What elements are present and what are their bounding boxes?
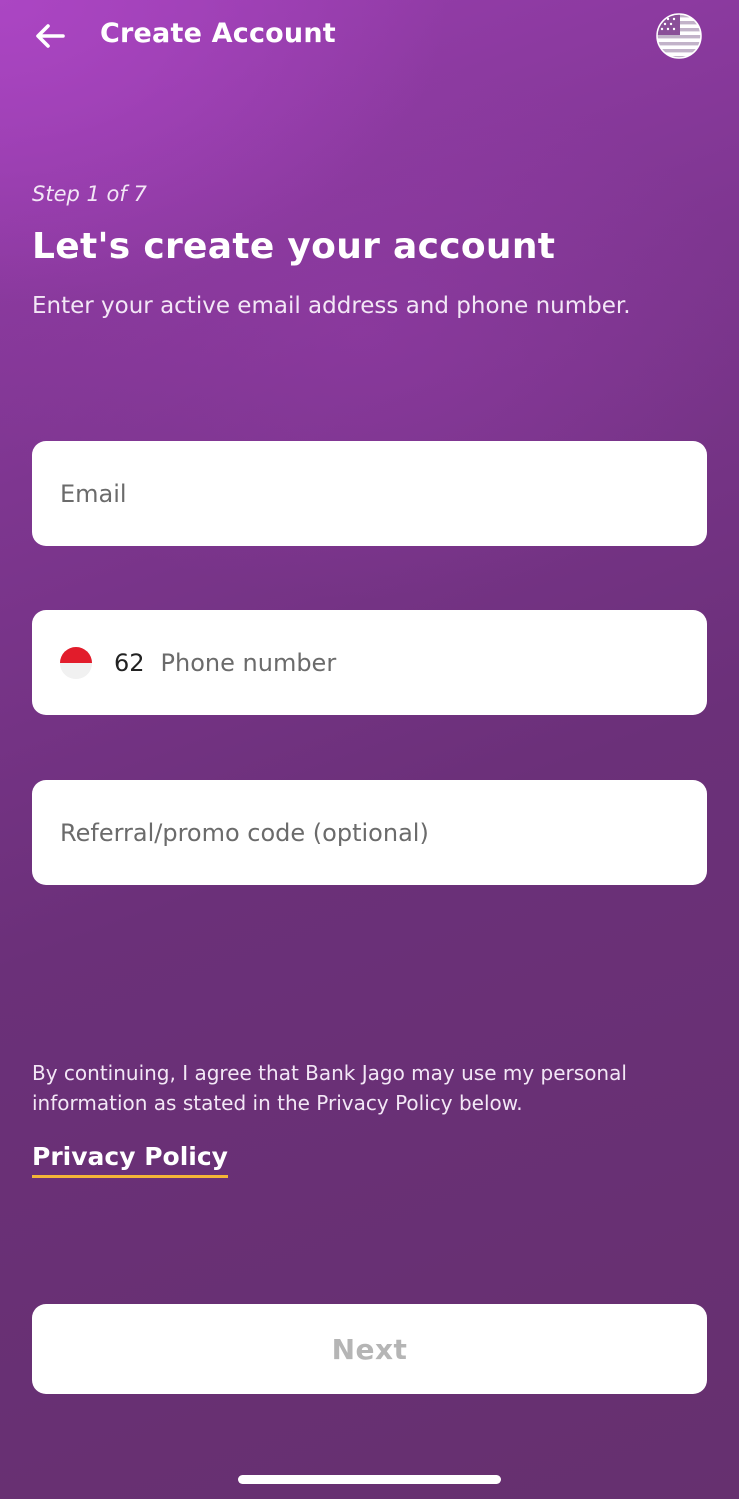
screen-content: Create Account Step 1 of 7 Let's create … (0, 0, 739, 1499)
referral-code-field[interactable] (32, 780, 707, 885)
header-title: Create Account (100, 18, 336, 49)
email-input[interactable] (60, 479, 679, 508)
app-header: Create Account (0, 0, 739, 70)
indonesia-flag-icon[interactable] (60, 646, 92, 679)
privacy-policy-link[interactable]: Privacy Policy (32, 1140, 228, 1178)
create-account-screen: Create Account Step 1 of 7 Let's create … (0, 0, 739, 1499)
language-selector-button[interactable] (656, 13, 702, 59)
phone-number-input[interactable] (160, 648, 679, 677)
us-flag-icon (656, 13, 702, 59)
page-subtitle: Enter your active email address and phon… (32, 293, 631, 319)
next-button[interactable]: Next (32, 1304, 707, 1394)
country-code[interactable]: 62 (114, 649, 145, 677)
step-indicator: Step 1 of 7 (32, 182, 147, 206)
home-indicator (238, 1475, 501, 1484)
arrow-left-icon (36, 24, 65, 48)
back-button[interactable] (28, 14, 72, 58)
page-title: Let's create your account (32, 226, 556, 267)
consent-text: By continuing, I agree that Bank Jago ma… (32, 1061, 627, 1115)
phone-field[interactable]: 62 (32, 610, 707, 715)
referral-code-input[interactable] (60, 818, 679, 847)
email-field[interactable] (32, 441, 707, 546)
